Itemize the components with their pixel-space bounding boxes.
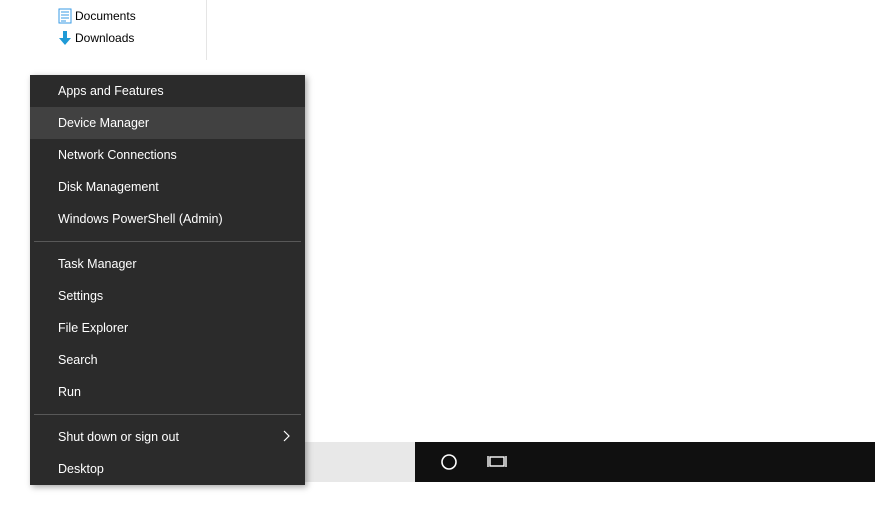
menu-windows-powershell-admin[interactable]: Windows PowerShell (Admin)	[30, 203, 305, 235]
cortana-circle-icon	[440, 453, 458, 471]
chevron-right-icon	[283, 430, 291, 445]
menu-item-label: Network Connections	[58, 148, 177, 162]
menu-network-connections[interactable]: Network Connections	[30, 139, 305, 171]
menu-item-label: Disk Management	[58, 180, 159, 194]
menu-shut-down-or-sign-out[interactable]: Shut down or sign out	[30, 421, 305, 453]
task-view-icon	[487, 454, 507, 470]
menu-item-label: File Explorer	[58, 321, 128, 335]
menu-disk-management[interactable]: Disk Management	[30, 171, 305, 203]
menu-item-label: Search	[58, 353, 98, 367]
menu-search[interactable]: Search	[30, 344, 305, 376]
taskbar-cortana-button[interactable]	[425, 442, 473, 482]
nav-item-documents[interactable]: Documents	[55, 5, 136, 27]
menu-separator	[34, 414, 301, 415]
menu-item-label: Task Manager	[58, 257, 137, 271]
nav-item-label: Documents	[75, 9, 136, 23]
menu-item-label: Run	[58, 385, 81, 399]
menu-item-label: Apps and Features	[58, 84, 164, 98]
winx-context-menu: Apps and Features Device Manager Network…	[30, 75, 305, 485]
menu-file-explorer[interactable]: File Explorer	[30, 312, 305, 344]
menu-item-label: Windows PowerShell (Admin)	[58, 212, 223, 226]
menu-item-label: Shut down or sign out	[58, 430, 179, 444]
menu-item-label: Desktop	[58, 462, 104, 476]
menu-separator	[34, 241, 301, 242]
menu-apps-and-features[interactable]: Apps and Features	[30, 75, 305, 107]
menu-settings[interactable]: Settings	[30, 280, 305, 312]
nav-item-label: Downloads	[75, 31, 134, 45]
documents-icon	[55, 8, 75, 24]
taskbar-task-view-button[interactable]	[473, 442, 521, 482]
menu-device-manager[interactable]: Device Manager	[30, 107, 305, 139]
menu-item-label: Settings	[58, 289, 103, 303]
nav-pane-divider	[206, 0, 207, 60]
explorer-nav-pane: Documents Downloads	[55, 5, 136, 49]
taskbar	[415, 442, 875, 482]
menu-desktop[interactable]: Desktop	[30, 453, 305, 485]
downloads-icon	[55, 30, 75, 46]
menu-task-manager[interactable]: Task Manager	[30, 248, 305, 280]
menu-item-label: Device Manager	[58, 116, 149, 130]
taskbar-light-segment	[305, 442, 415, 482]
menu-run[interactable]: Run	[30, 376, 305, 408]
nav-item-downloads[interactable]: Downloads	[55, 27, 136, 49]
